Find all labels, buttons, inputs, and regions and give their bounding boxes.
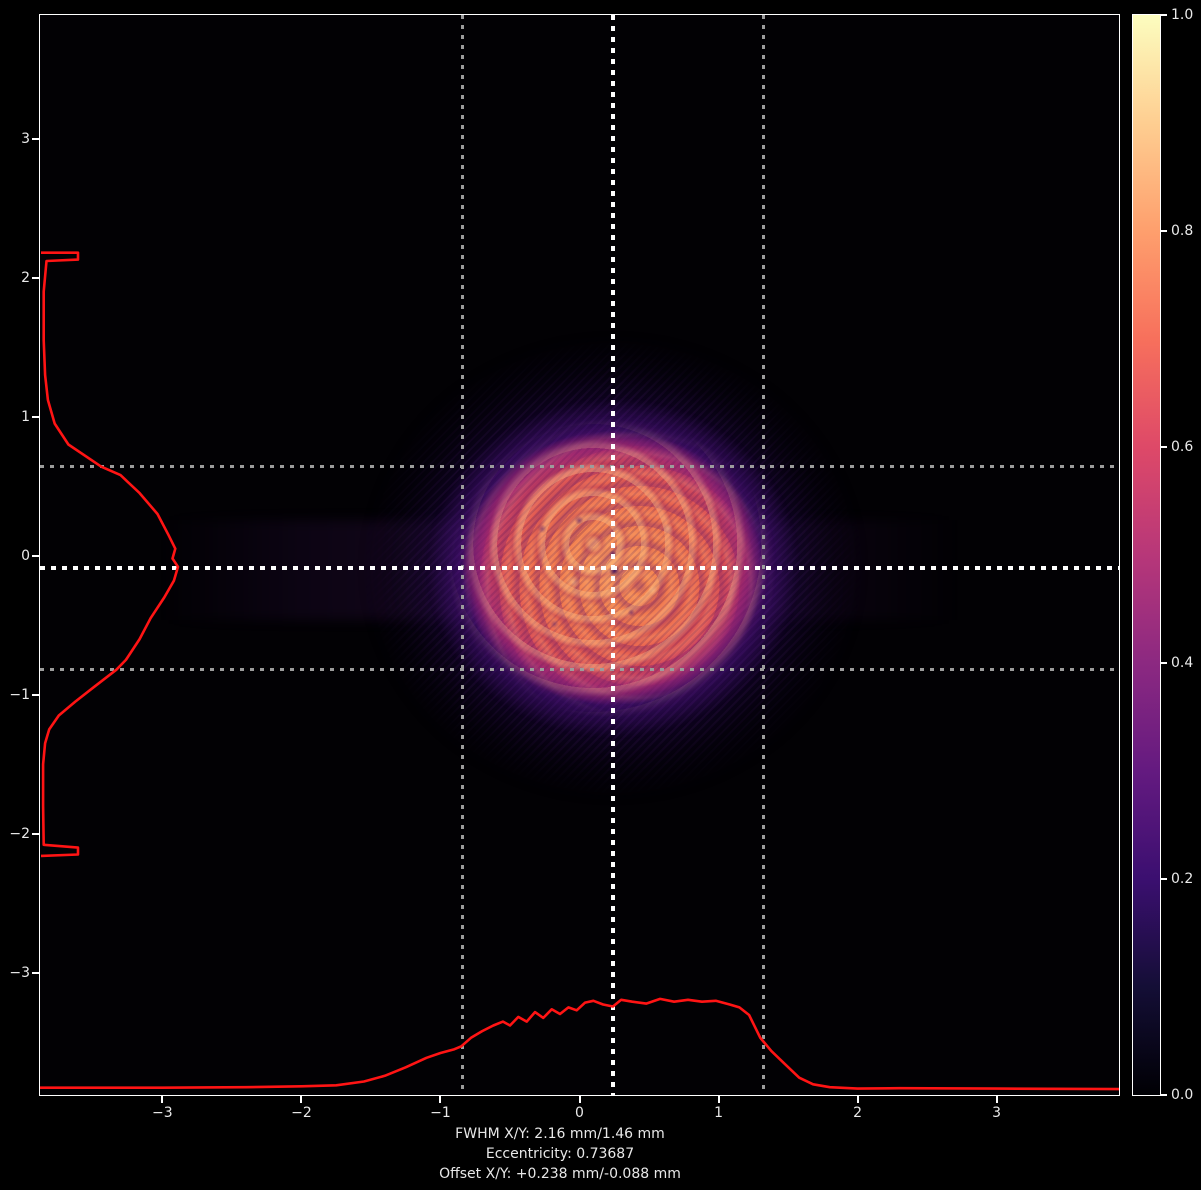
beam-profiler-figure: { "annotations": { "line1": "FWHM X/Y: 2… xyxy=(0,0,1201,1190)
x-tick-label: 0 xyxy=(575,1105,584,1121)
x-tick-mark xyxy=(439,1096,441,1103)
colorbar-tick-mark xyxy=(1161,1094,1167,1096)
x-tick-mark xyxy=(996,1096,998,1103)
beam-image-axes xyxy=(39,14,1120,1096)
y-tick-mark xyxy=(32,277,39,279)
x-tick-label: 3 xyxy=(992,1105,1001,1121)
offset-text: Offset X/Y: +0.238 mm/-0.088 mm xyxy=(0,1164,1120,1184)
x-tick-mark xyxy=(300,1096,302,1103)
y-tick-label: −2 xyxy=(0,826,30,842)
colorbar xyxy=(1132,14,1161,1096)
colorbar-tick-label: 0.0 xyxy=(1171,1087,1193,1103)
y-tick-mark xyxy=(32,555,39,557)
y-tick-label: 2 xyxy=(0,270,30,286)
y-tick-mark xyxy=(32,694,39,696)
colorbar-tick-mark xyxy=(1161,230,1167,232)
y-tick-label: −1 xyxy=(0,687,30,703)
y-tick-label: 0 xyxy=(0,548,30,564)
y-tick-mark xyxy=(32,138,39,140)
colorbar-tick-label: 0.6 xyxy=(1171,439,1193,455)
colorbar-tick-mark xyxy=(1161,14,1167,16)
y-tick-label: 3 xyxy=(0,131,30,147)
y-tick-mark xyxy=(32,416,39,418)
colorbar-tick-label: 0.2 xyxy=(1171,871,1193,887)
fwhm-text: FWHM X/Y: 2.16 mm/1.46 mm xyxy=(0,1124,1120,1144)
y-tick-label: 1 xyxy=(0,409,30,425)
x-tick-mark xyxy=(718,1096,720,1103)
x-tick-mark xyxy=(579,1096,581,1103)
x-tick-label: 1 xyxy=(714,1105,723,1121)
x-tick-label: −3 xyxy=(152,1105,173,1121)
beam-stats-annotation: FWHM X/Y: 2.16 mm/1.46 mm Eccentricity: … xyxy=(0,1124,1120,1184)
colorbar-tick-label: 0.8 xyxy=(1171,223,1193,239)
colorbar-tick-label: 1.0 xyxy=(1171,7,1193,23)
eccentricity-text: Eccentricity: 0.73687 xyxy=(0,1144,1120,1164)
y-profile-curve xyxy=(41,253,178,856)
y-tick-mark xyxy=(32,972,39,974)
colorbar-tick-mark xyxy=(1161,878,1167,880)
colorbar-tick-mark xyxy=(1161,662,1167,664)
x-tick-mark xyxy=(161,1096,163,1103)
y-tick-mark xyxy=(32,833,39,835)
x-tick-label: 2 xyxy=(853,1105,862,1121)
x-tick-mark xyxy=(857,1096,859,1103)
x-profile-curve xyxy=(40,999,1119,1089)
colorbar-tick-label: 0.4 xyxy=(1171,655,1193,671)
profile-curves xyxy=(40,15,1119,1095)
x-tick-label: −1 xyxy=(430,1105,451,1121)
colorbar-tick-mark xyxy=(1161,446,1167,448)
x-tick-label: −2 xyxy=(291,1105,312,1121)
y-tick-label: −3 xyxy=(0,965,30,981)
